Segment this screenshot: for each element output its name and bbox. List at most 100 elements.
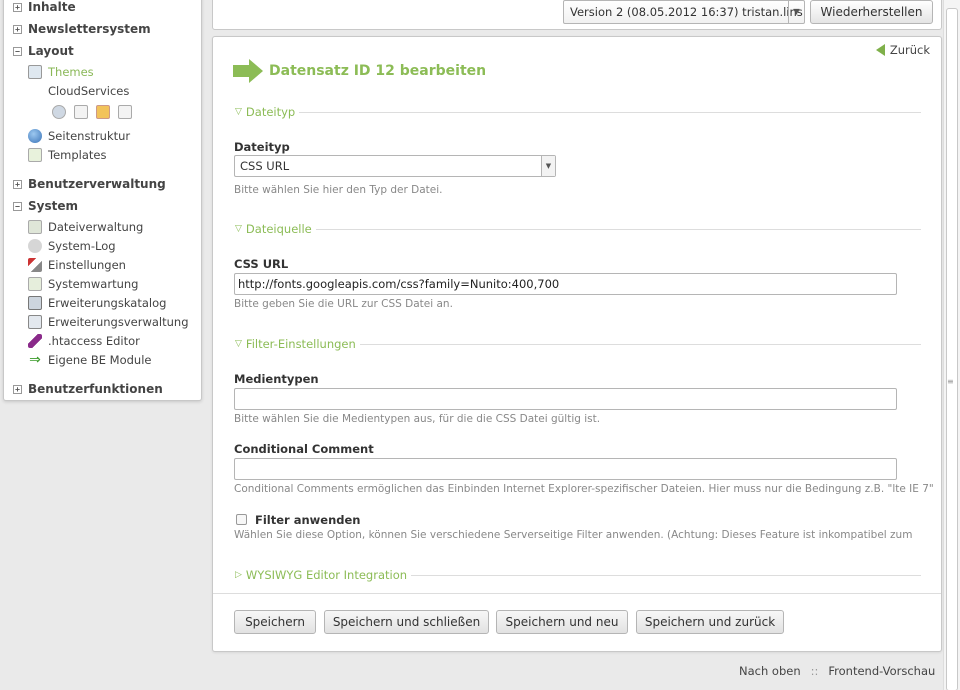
- sidebar-item-label: Einstellungen: [48, 258, 126, 272]
- save-close-button[interactable]: Speichern und schließen: [324, 610, 489, 634]
- expand-icon[interactable]: +: [13, 384, 22, 394]
- back-arrow-icon: [875, 44, 885, 56]
- version-select-value: Version 2 (08.05.2012 16:37) tristan.lin…: [570, 5, 803, 19]
- sidebar-item-einstellungen[interactable]: Einstellungen: [28, 258, 126, 272]
- edit-arrow-icon: [233, 59, 263, 83]
- link-icon[interactable]: [118, 105, 132, 119]
- sidebar-item-label: Systemwartung: [48, 277, 139, 291]
- cssurl-input[interactable]: http://fonts.googleapis.com/css?family=N…: [234, 273, 897, 295]
- dateityp-select[interactable]: CSS URL ▼: [234, 155, 556, 177]
- expand-icon[interactable]: +: [13, 2, 22, 12]
- chevron-down-icon[interactable]: ▼: [541, 156, 555, 176]
- sidebar-item-themes[interactable]: Themes: [28, 65, 94, 79]
- sidebar-item-erweiterungskatalog[interactable]: Erweiterungskatalog: [28, 296, 166, 310]
- sidebar-item-system-log[interactable]: System-Log: [28, 239, 116, 253]
- expand-triangle-icon: ▷: [235, 570, 242, 580]
- edit-form-panel: Zurück Datensatz ID 12 bearbeiten ▽ Datei…: [212, 36, 942, 652]
- collapse-icon[interactable]: −: [13, 46, 22, 56]
- sidebar-item-cloudservices[interactable]: CloudServices: [28, 84, 129, 98]
- nav-group-label: Newslettersystem: [28, 22, 151, 36]
- nav-group-layout[interactable]: − Layout: [13, 44, 74, 58]
- themes-icon: [28, 65, 42, 79]
- save-button[interactable]: Speichern: [234, 610, 316, 634]
- conditional-comment-hint: Conditional Comments ermöglichen das Ein…: [234, 483, 934, 495]
- image-icon[interactable]: [96, 105, 110, 119]
- nav-group-label: Benutzerverwaltung: [28, 177, 166, 191]
- section-filter[interactable]: ▽ Filter-Einstellungen: [235, 337, 921, 351]
- folder-icon: [28, 220, 42, 234]
- filter-label[interactable]: Filter anwenden: [255, 513, 361, 527]
- expand-icon[interactable]: +: [13, 179, 22, 189]
- version-select[interactable]: Version 2 (08.05.2012 16:37) tristan.lin…: [563, 0, 805, 24]
- dateityp-label: Dateityp: [234, 140, 290, 154]
- section-title: WYSIWYG Editor Integration: [245, 568, 408, 582]
- sidebar-item-htaccess-editor[interactable]: .htaccess Editor: [28, 334, 140, 348]
- sidebar-item-eigene-be-module[interactable]: ⇒ Eigene BE Module: [28, 353, 151, 367]
- maintenance-icon: [28, 277, 42, 291]
- nav-group-newslettersystem[interactable]: + Newslettersystem: [13, 22, 151, 36]
- dateityp-select-value: CSS URL: [240, 159, 290, 173]
- back-link[interactable]: Zurück: [875, 43, 930, 57]
- frame-icon[interactable]: [74, 105, 88, 119]
- log-icon: [28, 239, 42, 253]
- vertical-scrollbar[interactable]: ≡: [943, 0, 960, 690]
- sidebar-item-dateiverwaltung[interactable]: Dateiverwaltung: [28, 220, 143, 234]
- collapse-triangle-icon: ▽: [235, 224, 242, 234]
- cssurl-hint: Bitte geben Sie die URL zur CSS Datei an…: [234, 298, 453, 310]
- extension-manager-icon: [28, 315, 42, 329]
- dateityp-hint: Bitte wählen Sie hier den Typ der Datei.: [234, 184, 443, 196]
- nav-group-label: Inhalte: [28, 0, 76, 14]
- nav-group-inhalte[interactable]: + Inhalte: [13, 0, 76, 14]
- catalog-icon: [28, 296, 42, 310]
- section-wysiwyg[interactable]: ▷ WYSIWYG Editor Integration: [235, 568, 921, 582]
- back-label: Zurück: [889, 43, 930, 57]
- main-content: Version 2 (08.05.2012 16:37) tristan.lin…: [212, 0, 942, 652]
- templates-icon: [28, 148, 42, 162]
- nav-group-label: Layout: [28, 44, 74, 58]
- page-footer: Nach oben:: Frontend-Vorschau: [739, 664, 935, 678]
- restore-button[interactable]: Wiederherstellen: [810, 0, 933, 24]
- conditional-comment-label: Conditional Comment: [234, 442, 374, 456]
- scrollbar-thumb[interactable]: [946, 8, 958, 690]
- cssurl-label: CSS URL: [234, 257, 289, 271]
- section-title: Dateiquelle: [245, 222, 312, 236]
- nav-group-label: System: [28, 199, 78, 213]
- frontend-preview-link[interactable]: Frontend-Vorschau: [828, 664, 935, 678]
- medientypen-input[interactable]: [234, 388, 897, 410]
- save-new-button[interactable]: Speichern und neu: [496, 610, 628, 634]
- conditional-comment-input[interactable]: [234, 458, 897, 480]
- sidebar-item-erweiterungsverwaltung[interactable]: Erweiterungsverwaltung: [28, 315, 189, 329]
- sidebar-item-systemwartung[interactable]: Systemwartung: [28, 277, 138, 291]
- sidebar-item-templates[interactable]: Templates: [28, 148, 106, 162]
- collapse-triangle-icon: ▽: [235, 339, 242, 349]
- sidebar-item-label: Templates: [48, 148, 107, 162]
- nav-group-benutzerfunktionen[interactable]: + Benutzerfunktionen: [13, 382, 163, 396]
- nav-group-benutzerverwaltung[interactable]: + Benutzerverwaltung: [13, 177, 166, 191]
- section-dateityp[interactable]: ▽ Dateityp: [235, 105, 921, 119]
- collapse-icon[interactable]: −: [13, 201, 22, 211]
- section-dateiquelle[interactable]: ▽ Dateiquelle: [235, 222, 921, 236]
- gear-icon[interactable]: [52, 105, 66, 119]
- expand-icon[interactable]: +: [13, 24, 22, 34]
- nav-group-label: Benutzerfunktionen: [28, 382, 163, 396]
- footer-separator: ::: [810, 664, 819, 678]
- section-title: Filter-Einstellungen: [245, 337, 356, 351]
- sidebar-item-label: Erweiterungsverwaltung: [48, 315, 189, 329]
- sidebar-item-seitenstruktur[interactable]: Seitenstruktur: [28, 129, 130, 143]
- save-back-button[interactable]: Speichern und zurück: [636, 610, 784, 634]
- tools-icon: [28, 258, 42, 272]
- sidebar-item-label: System-Log: [48, 239, 116, 253]
- filter-hint: Wählen Sie diese Option, können Sie vers…: [234, 529, 913, 541]
- chevron-down-icon[interactable]: ▼: [788, 1, 804, 23]
- filter-checkbox[interactable]: [236, 514, 247, 525]
- medientypen-hint: Bitte wählen Sie die Medientypen aus, fü…: [234, 413, 601, 425]
- page-title: Datensatz ID 12 bearbeiten: [269, 63, 487, 79]
- top-link[interactable]: Nach oben: [739, 664, 801, 678]
- nav-group-system[interactable]: − System: [13, 199, 78, 213]
- medientypen-label: Medientypen: [234, 372, 319, 386]
- form-footer-divider: [213, 593, 941, 594]
- sidebar-item-label: Themes: [48, 65, 94, 79]
- grip-icon: ≡: [947, 377, 954, 386]
- page-heading: Datensatz ID 12 bearbeiten: [233, 59, 486, 83]
- cloudservices-icon-row: [52, 105, 132, 119]
